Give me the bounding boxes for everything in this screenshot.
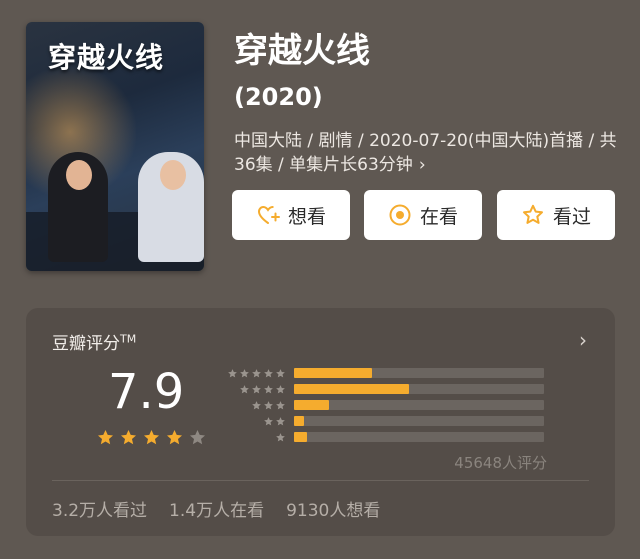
small-star-icon xyxy=(276,432,285,441)
star-filled-icon xyxy=(143,429,160,445)
rating-panel[interactable]: 豆瓣评分TM › 7.9 45648人评分 3.2万人看过 1.4万人在看 91… xyxy=(26,308,615,536)
rating-bar-track xyxy=(294,400,544,410)
rating-row-2-star xyxy=(222,415,544,427)
star-filled-icon xyxy=(166,429,183,445)
star-empty-icon xyxy=(189,429,206,445)
small-star-icon xyxy=(276,416,285,425)
small-star-icon xyxy=(276,400,285,409)
rating-row-stars xyxy=(222,368,286,379)
rating-panel-title-text: 豆瓣评分 xyxy=(52,334,120,354)
rating-bar-fill xyxy=(294,432,307,442)
rating-row-stars xyxy=(222,400,286,411)
watching-label: 在看 xyxy=(419,205,458,228)
chevron-right-icon[interactable]: › xyxy=(579,328,587,352)
poster-face-left xyxy=(66,160,92,190)
trademark-symbol: TM xyxy=(120,332,137,346)
poster-face-right xyxy=(160,160,186,190)
rating-row-4-star xyxy=(222,383,544,395)
rating-count: 45648人评分 xyxy=(454,454,547,472)
heart-plus-icon xyxy=(257,205,280,224)
rating-bar-fill xyxy=(294,384,409,394)
want-to-watch-button[interactable]: 想看 xyxy=(232,190,350,240)
small-star-icon xyxy=(264,400,273,409)
rating-row-1-star xyxy=(222,431,544,443)
small-star-icon xyxy=(240,384,249,393)
small-star-icon xyxy=(264,368,273,377)
rating-panel-title: 豆瓣评分TM xyxy=(52,329,136,354)
star-outline-icon xyxy=(522,204,543,224)
star-filled-icon xyxy=(97,429,114,445)
small-star-icon xyxy=(252,400,261,409)
rating-row-5-star xyxy=(222,367,544,379)
small-star-icon xyxy=(264,416,273,425)
audience-stats: 3.2万人看过 1.4万人在看 9130人想看 xyxy=(52,496,380,521)
movie-meta-link[interactable]: 中国大陆 / 剧情 / 2020-07-20(中国大陆)首播 / 共36集 / … xyxy=(234,129,624,177)
star-filled-icon xyxy=(120,429,137,445)
small-star-icon xyxy=(252,384,261,393)
rating-row-stars xyxy=(222,384,286,395)
rating-bar-track xyxy=(294,384,544,394)
watched-count[interactable]: 3.2万人看过 xyxy=(52,496,147,521)
small-star-icon xyxy=(240,368,249,377)
small-star-icon xyxy=(228,368,237,377)
rating-bar-fill xyxy=(294,416,304,426)
watched-button[interactable]: 看过 xyxy=(497,190,615,240)
want-count[interactable]: 9130人想看 xyxy=(286,496,380,521)
rating-bar-track xyxy=(294,368,544,378)
watching-button[interactable]: 在看 xyxy=(364,190,482,240)
small-star-icon xyxy=(252,368,261,377)
divider xyxy=(52,480,589,481)
release-year: (2020) xyxy=(234,83,323,111)
small-star-icon xyxy=(264,384,273,393)
small-star-icon xyxy=(276,368,285,377)
target-icon xyxy=(389,204,411,226)
want-to-watch-label: 想看 xyxy=(287,205,326,228)
rating-stars xyxy=(96,428,207,447)
poster-image[interactable]: 穿越火线 xyxy=(26,22,204,271)
watching-count[interactable]: 1.4万人在看 xyxy=(169,496,264,521)
rating-row-stars xyxy=(222,432,286,443)
chevron-right-icon: › xyxy=(418,155,426,175)
small-star-icon xyxy=(276,384,285,393)
rating-score: 7.9 xyxy=(108,364,185,420)
poster-title: 穿越火线 xyxy=(48,41,165,74)
rating-bar-fill xyxy=(294,400,329,410)
rating-row-stars xyxy=(222,416,286,427)
rating-bar-track xyxy=(294,416,544,426)
rating-bar-fill xyxy=(294,368,372,378)
rating-row-3-star xyxy=(222,399,544,411)
watched-label: 看过 xyxy=(552,205,591,228)
rating-bar-track xyxy=(294,432,544,442)
page-title: 穿越火线 xyxy=(234,31,370,71)
